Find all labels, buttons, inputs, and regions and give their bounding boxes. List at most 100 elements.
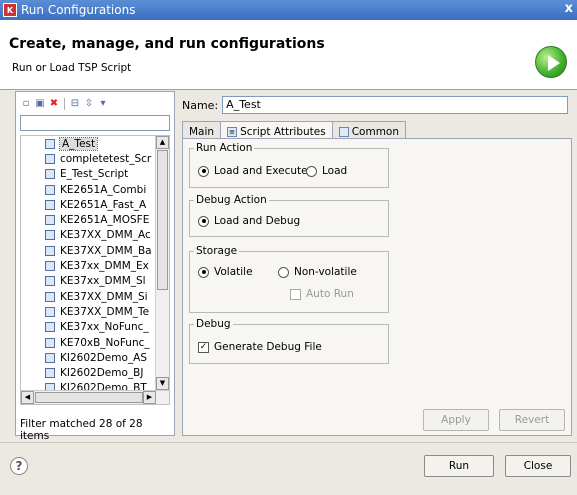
name-label: Name: [182, 98, 219, 112]
config-item[interactable]: E_Test_Script [21, 167, 157, 182]
help-icon[interactable]: ? [10, 457, 28, 475]
config-item-label: KI2602Demo_BJ [60, 367, 144, 380]
config-icon [45, 322, 55, 333]
run-button[interactable]: Run [424, 455, 494, 477]
non-volatile-radio[interactable]: Non-volatile [278, 266, 357, 278]
load-radio[interactable]: Load [306, 165, 347, 177]
volatile-label: Volatile [214, 266, 253, 278]
load-and-debug-radio[interactable]: Load and Debug [198, 215, 300, 227]
config-icon [45, 169, 55, 180]
config-item-label: KE37XX_DMM_Te [60, 305, 150, 318]
tab-common[interactable]: Common [331, 121, 407, 139]
config-item[interactable]: KE2651A_Fast_A [21, 197, 157, 212]
config-item[interactable]: KE37xx_DMM_Sl [21, 274, 157, 289]
scroll-h-thumb[interactable] [35, 392, 143, 403]
load-label: Load [322, 165, 348, 177]
name-input[interactable]: A_Test [222, 96, 569, 114]
revert-button[interactable]: Revert [499, 409, 565, 431]
config-icon [45, 368, 55, 379]
tab-main[interactable]: Main [182, 121, 222, 139]
debug-action-group: Debug Action Load and Debug [189, 194, 389, 237]
config-icon [45, 215, 55, 226]
config-item-label: KE37xx_NoFunc_ [60, 321, 149, 334]
close-button[interactable]: Close [505, 455, 571, 477]
filter-input[interactable] [20, 115, 170, 131]
checkbox-indicator [290, 288, 301, 300]
toolbar-separator [64, 98, 65, 110]
dialog-header: Create, manage, and run configurations R… [0, 20, 577, 90]
filter-icon[interactable]: ⇳ [83, 98, 95, 110]
scroll-down-arrow[interactable]: ▼ [156, 377, 169, 390]
config-item[interactable]: KE37xx_NoFunc_ [21, 320, 157, 335]
config-item-label: E_Test_Script [60, 168, 129, 181]
tree-horizontal-scrollbar[interactable]: ◀ ▶ [21, 390, 169, 404]
dialog-subtitle: Run or Load TSP Script [12, 62, 132, 74]
dialog-title: Create, manage, and run configurations [9, 36, 325, 52]
common-icon [338, 126, 349, 137]
auto-run-label: Auto Run [306, 288, 354, 300]
config-item-label: A_Test [58, 136, 99, 151]
radio-indicator [198, 266, 209, 278]
configuration-list-panel: ▫ ▣ ✖ ⊟ ⇳ ▾ A_Test completetest_Scr E_Test… [15, 91, 175, 442]
config-item-label: KE37XX_DMM_Ba [60, 244, 152, 257]
config-icon [45, 230, 55, 241]
radio-indicator [198, 165, 209, 177]
apply-button[interactable]: Apply [423, 409, 489, 431]
configuration-tree[interactable]: A_Test completetest_Scr E_Test_Script KE265… [20, 135, 170, 405]
config-icon [45, 276, 55, 287]
config-item-label: KE2651A_Combi [60, 183, 147, 196]
config-item[interactable]: KE37xx_DMM_Ex [21, 258, 157, 273]
config-item[interactable]: KE70xB_NoFunc_ [21, 335, 157, 350]
delete-icon[interactable]: ✖ [48, 98, 60, 110]
config-item[interactable]: KE37XX_DMM_Te [21, 304, 157, 319]
config-item[interactable]: KE2651A_MOSFE [21, 212, 157, 227]
debug-legend: Debug [194, 318, 233, 330]
config-item-label: KI2602Demo_BT [60, 382, 147, 390]
load-and-debug-label: Load and Debug [214, 215, 301, 227]
storage-legend: Storage [194, 245, 240, 257]
scroll-thumb[interactable] [157, 150, 168, 290]
scroll-up-arrow[interactable]: ▲ [156, 136, 169, 149]
load-and-execute-radio[interactable]: Load and Execute [198, 165, 308, 177]
app-icon: K [3, 3, 17, 17]
config-item[interactable]: KE37XX_DMM_Ac [21, 228, 157, 243]
config-icon [45, 153, 55, 164]
load-and-execute-label: Load and Execute [214, 165, 308, 177]
window-close-button[interactable]: x [565, 1, 573, 16]
config-item-label: KE37XX_DMM_Ac [60, 229, 151, 242]
non-volatile-label: Non-volatile [294, 266, 357, 278]
config-item[interactable]: KI2602Demo_BT [21, 381, 157, 390]
tab-script-attributes-label: Script Attributes [240, 126, 326, 138]
duplicate-icon[interactable]: ▣ [34, 98, 46, 110]
config-item[interactable]: A_Test [21, 136, 157, 151]
title-bar: K Run Configurations x [0, 0, 577, 20]
radio-indicator [198, 215, 209, 227]
run-action-group: Run Action Load and Execute Load [189, 142, 389, 188]
debug-action-legend: Debug Action [194, 194, 269, 206]
new-config-icon[interactable]: ▫ [20, 98, 32, 110]
config-item[interactable]: KE2651A_Combi [21, 182, 157, 197]
volatile-radio[interactable]: Volatile [198, 266, 253, 278]
storage-group: Storage Volatile Non-volatile Auto Run [189, 245, 389, 313]
config-item-label: KE2651A_Fast_A [60, 198, 147, 211]
view-menu-icon[interactable]: ▾ [97, 98, 109, 110]
tree-vertical-scrollbar[interactable]: ▲ ▼ [155, 136, 169, 390]
config-item[interactable]: KE37XX_DMM_Si [21, 289, 157, 304]
config-item[interactable]: KE37XX_DMM_Ba [21, 243, 157, 258]
collapse-all-icon[interactable]: ⊟ [69, 98, 81, 110]
checkbox-indicator: ✓ [198, 341, 209, 353]
config-item[interactable]: KI2602Demo_BJ [21, 365, 157, 380]
scroll-right-arrow[interactable]: ▶ [143, 391, 156, 404]
tree-items: A_Test completetest_Scr E_Test_Script KE265… [21, 136, 157, 390]
config-item[interactable]: completetest_Scr [21, 151, 157, 166]
generate-debug-file-checkbox[interactable]: ✓ Generate Debug File [198, 341, 322, 353]
config-icon [45, 184, 55, 195]
config-item-label: KE37XX_DMM_Si [60, 290, 148, 303]
scroll-left-arrow[interactable]: ◀ [21, 391, 34, 404]
config-item[interactable]: KI2602Demo_AS [21, 350, 157, 365]
run-banner-icon [535, 46, 567, 78]
tab-content: Run Action Load and Execute Load Debug A… [182, 138, 572, 436]
auto-run-checkbox[interactable]: Auto Run [290, 288, 354, 300]
radio-indicator [306, 165, 317, 177]
config-item-label: KE37xx_DMM_Sl [60, 275, 146, 288]
